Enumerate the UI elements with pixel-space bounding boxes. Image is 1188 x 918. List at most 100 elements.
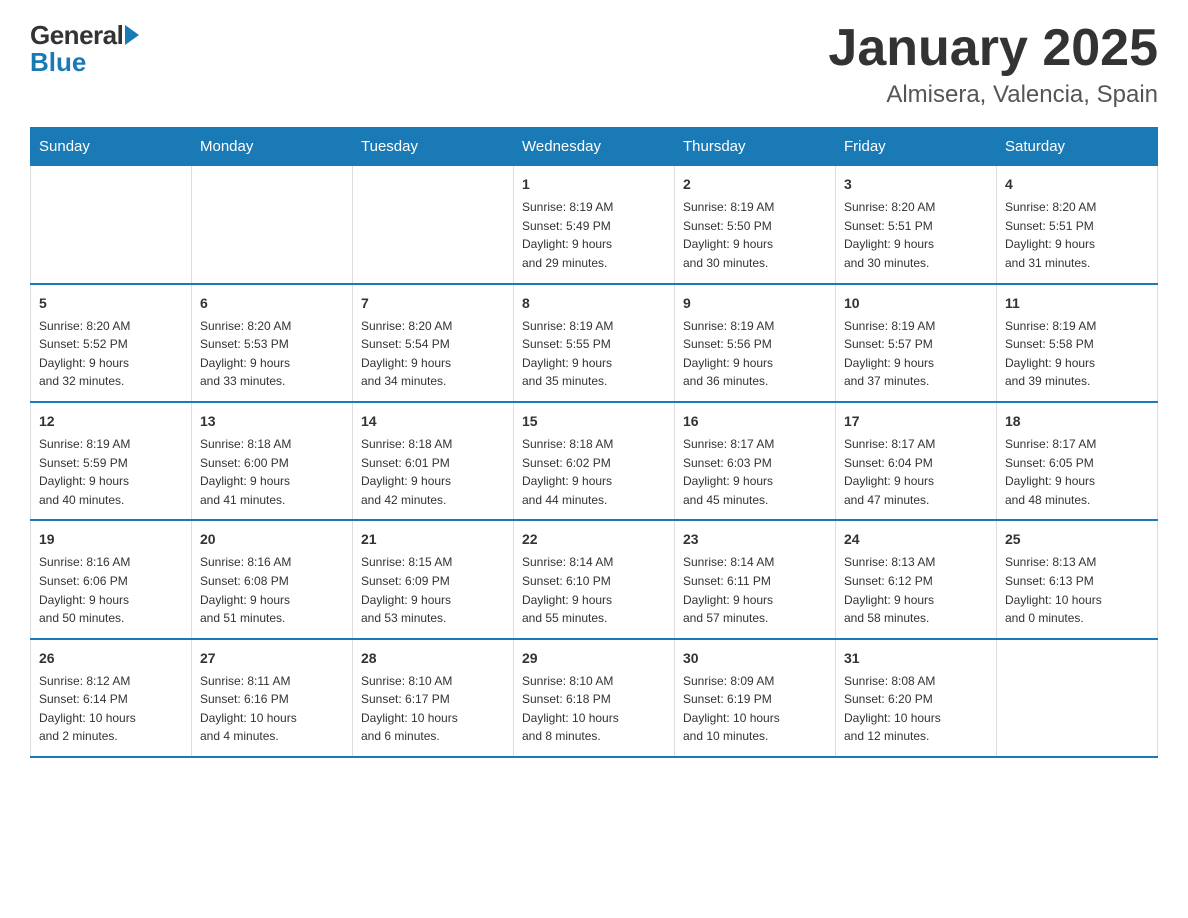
calendar-row-5: 26 Sunrise: 8:12 AM Sunset: 6:14 PM Dayli… (31, 639, 1158, 757)
day-number: 12 (39, 411, 183, 432)
calendar-cell: 29 Sunrise: 8:10 AM Sunset: 6:18 PM Dayli… (514, 639, 675, 757)
day-number: 28 (361, 648, 505, 669)
logo: General Blue (30, 20, 139, 78)
day-info: Sunrise: 8:19 AM Sunset: 5:56 PM Dayligh… (683, 317, 827, 391)
day-number: 2 (683, 174, 827, 195)
day-number: 1 (522, 174, 666, 195)
calendar-table: SundayMondayTuesdayWednesdayThursdayFrid… (30, 127, 1158, 758)
calendar-cell: 26 Sunrise: 8:12 AM Sunset: 6:14 PM Dayli… (31, 639, 192, 757)
calendar-row-3: 12 Sunrise: 8:19 AM Sunset: 5:59 PM Dayli… (31, 402, 1158, 520)
day-info: Sunrise: 8:20 AM Sunset: 5:51 PM Dayligh… (1005, 198, 1149, 272)
calendar-cell: 19Sunrise: 8:16 AM Sunset: 6:06 PM Dayli… (31, 520, 192, 638)
calendar-cell: 18Sunrise: 8:17 AM Sunset: 6:05 PM Dayli… (997, 402, 1158, 520)
day-number: 15 (522, 411, 666, 432)
day-number: 5 (39, 293, 183, 314)
header-cell-tuesday: Tuesday (353, 128, 514, 166)
day-number: 6 (200, 293, 344, 314)
day-number: 10 (844, 293, 988, 314)
calendar-cell: 22 Sunrise: 8:14 AM Sunset: 6:10 PM Dayli… (514, 520, 675, 638)
day-info: Sunrise: 8:09 AM Sunset: 6:19 PM Dayligh… (683, 672, 827, 746)
day-info: Sunrise: 8:20 AM Sunset: 5:51 PM Dayligh… (844, 198, 988, 272)
page-header: General Blue January 2025 Almisera, Vale… (30, 20, 1158, 109)
day-number: 26 (39, 648, 183, 669)
day-info: Sunrise: 8:18 AM Sunset: 6:00 PM Dayligh… (200, 435, 344, 509)
header-cell-sunday: Sunday (31, 128, 192, 166)
day-info: Sunrise: 8:19 AM Sunset: 5:59 PM Dayligh… (39, 435, 183, 509)
title-block: January 2025 Almisera, Valencia, Spain (828, 20, 1158, 109)
day-number: 8 (522, 293, 666, 314)
header-cell-wednesday: Wednesday (514, 128, 675, 166)
calendar-cell: 3Sunrise: 8:20 AM Sunset: 5:51 PM Daylig… (836, 166, 997, 284)
calendar-cell: 11 Sunrise: 8:19 AM Sunset: 5:58 PM Dayli… (997, 284, 1158, 402)
header-cell-monday: Monday (192, 128, 353, 166)
day-number: 11 (1005, 293, 1149, 314)
calendar-row-1: 1 Sunrise: 8:19 AM Sunset: 5:49 PM Daylig… (31, 166, 1158, 284)
day-number: 24 (844, 529, 988, 550)
day-info: Sunrise: 8:12 AM Sunset: 6:14 PM Dayligh… (39, 672, 183, 746)
day-info: Sunrise: 8:20 AM Sunset: 5:52 PM Dayligh… (39, 317, 183, 391)
day-info: Sunrise: 8:10 AM Sunset: 6:18 PM Dayligh… (522, 672, 666, 746)
calendar-cell (192, 166, 353, 284)
day-info: Sunrise: 8:11 AM Sunset: 6:16 PM Dayligh… (200, 672, 344, 746)
day-info: Sunrise: 8:19 AM Sunset: 5:58 PM Dayligh… (1005, 317, 1149, 391)
day-number: 20 (200, 529, 344, 550)
calendar-cell (997, 639, 1158, 757)
calendar-cell: 12 Sunrise: 8:19 AM Sunset: 5:59 PM Dayli… (31, 402, 192, 520)
calendar-cell: 1 Sunrise: 8:19 AM Sunset: 5:49 PM Daylig… (514, 166, 675, 284)
day-number: 29 (522, 648, 666, 669)
calendar-cell: 9 Sunrise: 8:19 AM Sunset: 5:56 PM Daylig… (675, 284, 836, 402)
day-number: 25 (1005, 529, 1149, 550)
calendar-subtitle: Almisera, Valencia, Spain (828, 81, 1158, 109)
calendar-cell: 27 Sunrise: 8:11 AM Sunset: 6:16 PM Dayli… (192, 639, 353, 757)
day-info: Sunrise: 8:15 AM Sunset: 6:09 PM Dayligh… (361, 553, 505, 627)
day-info: Sunrise: 8:17 AM Sunset: 6:04 PM Dayligh… (844, 435, 988, 509)
logo-triangle-icon (125, 25, 139, 45)
day-info: Sunrise: 8:13 AM Sunset: 6:12 PM Dayligh… (844, 553, 988, 627)
calendar-cell: 31 Sunrise: 8:08 AM Sunset: 6:20 PM Dayli… (836, 639, 997, 757)
day-number: 4 (1005, 174, 1149, 195)
calendar-cell: 17Sunrise: 8:17 AM Sunset: 6:04 PM Dayli… (836, 402, 997, 520)
day-number: 13 (200, 411, 344, 432)
header-row: SundayMondayTuesdayWednesdayThursdayFrid… (31, 128, 1158, 166)
calendar-cell: 21 Sunrise: 8:15 AM Sunset: 6:09 PM Dayli… (353, 520, 514, 638)
calendar-cell: 8Sunrise: 8:19 AM Sunset: 5:55 PM Daylig… (514, 284, 675, 402)
day-number: 21 (361, 529, 505, 550)
calendar-cell: 14 Sunrise: 8:18 AM Sunset: 6:01 PM Dayli… (353, 402, 514, 520)
header-cell-thursday: Thursday (675, 128, 836, 166)
calendar-cell: 28 Sunrise: 8:10 AM Sunset: 6:17 PM Dayli… (353, 639, 514, 757)
day-number: 23 (683, 529, 827, 550)
day-info: Sunrise: 8:19 AM Sunset: 5:50 PM Dayligh… (683, 198, 827, 272)
logo-blue-text: Blue (30, 47, 86, 78)
calendar-cell (31, 166, 192, 284)
day-info: Sunrise: 8:16 AM Sunset: 6:08 PM Dayligh… (200, 553, 344, 627)
calendar-header: SundayMondayTuesdayWednesdayThursdayFrid… (31, 128, 1158, 166)
day-number: 27 (200, 648, 344, 669)
calendar-title: January 2025 (828, 20, 1158, 77)
day-info: Sunrise: 8:19 AM Sunset: 5:57 PM Dayligh… (844, 317, 988, 391)
calendar-cell: 6Sunrise: 8:20 AM Sunset: 5:53 PM Daylig… (192, 284, 353, 402)
calendar-cell: 16Sunrise: 8:17 AM Sunset: 6:03 PM Dayli… (675, 402, 836, 520)
day-number: 18 (1005, 411, 1149, 432)
day-info: Sunrise: 8:08 AM Sunset: 6:20 PM Dayligh… (844, 672, 988, 746)
header-cell-friday: Friday (836, 128, 997, 166)
calendar-body: 1 Sunrise: 8:19 AM Sunset: 5:49 PM Daylig… (31, 166, 1158, 757)
day-number: 14 (361, 411, 505, 432)
calendar-cell (353, 166, 514, 284)
calendar-cell: 23Sunrise: 8:14 AM Sunset: 6:11 PM Dayli… (675, 520, 836, 638)
day-number: 19 (39, 529, 183, 550)
day-info: Sunrise: 8:14 AM Sunset: 6:10 PM Dayligh… (522, 553, 666, 627)
day-number: 16 (683, 411, 827, 432)
day-number: 31 (844, 648, 988, 669)
day-number: 22 (522, 529, 666, 550)
calendar-cell: 5 Sunrise: 8:20 AM Sunset: 5:52 PM Daylig… (31, 284, 192, 402)
day-info: Sunrise: 8:13 AM Sunset: 6:13 PM Dayligh… (1005, 553, 1149, 627)
calendar-cell: 7Sunrise: 8:20 AM Sunset: 5:54 PM Daylig… (353, 284, 514, 402)
day-info: Sunrise: 8:19 AM Sunset: 5:49 PM Dayligh… (522, 198, 666, 272)
day-number: 9 (683, 293, 827, 314)
day-number: 30 (683, 648, 827, 669)
calendar-cell: 4 Sunrise: 8:20 AM Sunset: 5:51 PM Daylig… (997, 166, 1158, 284)
calendar-cell: 20 Sunrise: 8:16 AM Sunset: 6:08 PM Dayli… (192, 520, 353, 638)
calendar-row-2: 5 Sunrise: 8:20 AM Sunset: 5:52 PM Daylig… (31, 284, 1158, 402)
day-info: Sunrise: 8:10 AM Sunset: 6:17 PM Dayligh… (361, 672, 505, 746)
day-info: Sunrise: 8:18 AM Sunset: 6:01 PM Dayligh… (361, 435, 505, 509)
